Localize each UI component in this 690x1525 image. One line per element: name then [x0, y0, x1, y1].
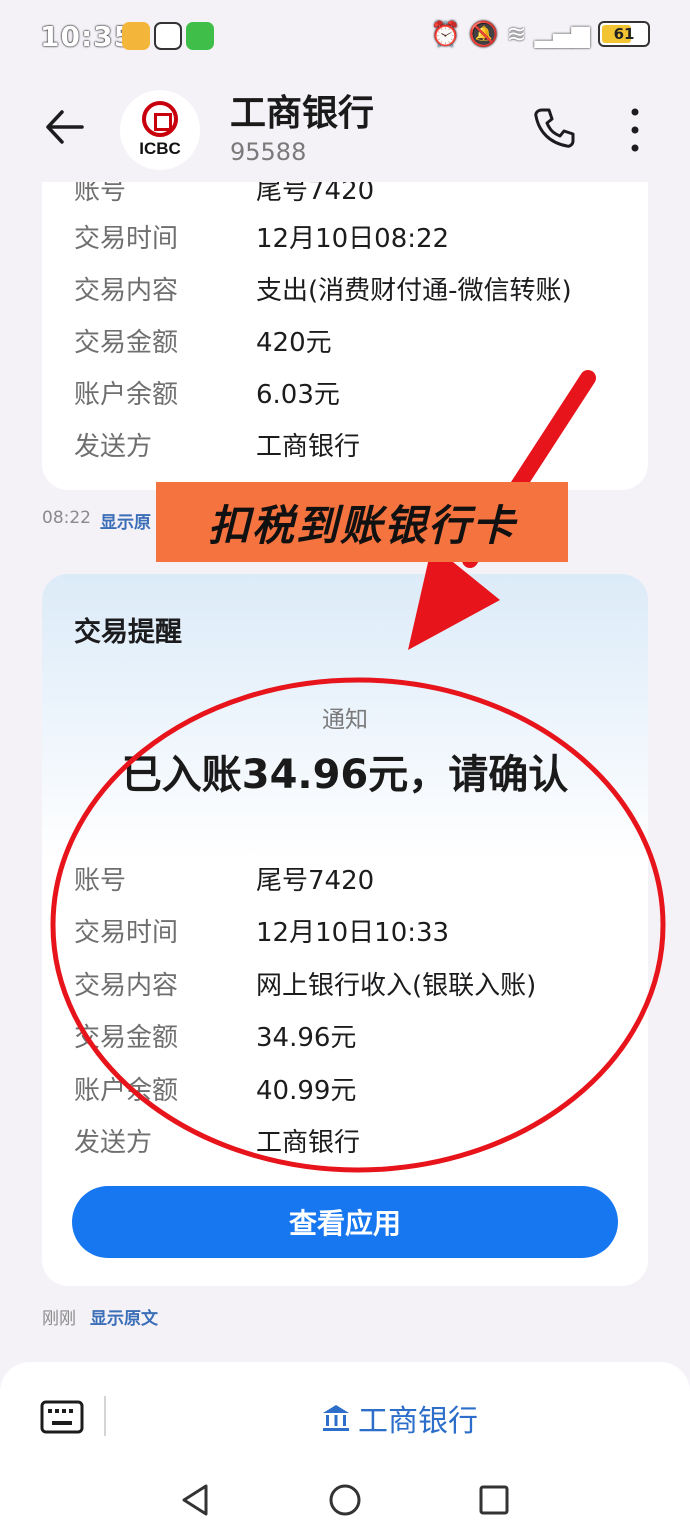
nav-back-icon[interactable]: [176, 1480, 216, 1520]
message-time: 刚刚: [42, 1309, 76, 1329]
detail-key: 交易时间: [74, 918, 179, 948]
status-time: 10:35: [40, 20, 135, 53]
detail-row: 交易内容 支出(消费财付通-微信转账): [74, 270, 572, 307]
detail-value: 40.99元: [256, 1076, 357, 1106]
keyboard-icon[interactable]: [40, 1400, 84, 1434]
detail-value: 12月10日10:33: [256, 918, 450, 948]
show-original-link[interactable]: 显示原文: [90, 1304, 158, 1329]
status-indicators: ⏰ 🔕 ≋ ▂▄▆ 61: [431, 20, 650, 48]
detail-row: 账号 尾号7420: [74, 860, 374, 897]
bank-menu-button[interactable]: 工商银行: [320, 1396, 478, 1440]
detail-value: 6.03元: [256, 380, 340, 410]
mute-icon: 🔕: [468, 20, 499, 48]
message-time: 08:22: [42, 508, 91, 528]
detail-key: 交易内容: [74, 276, 179, 306]
card-title: 交易提醒: [74, 617, 182, 648]
detail-row: 账号 尾号7420: [74, 182, 374, 207]
notice-label: 通知: [322, 707, 368, 733]
system-nav-bar: [0, 1472, 690, 1525]
detail-key: 账号: [74, 182, 127, 206]
detail-key: 发送方: [74, 432, 153, 462]
conversation-header: ICBC 工商银行 95588: [0, 80, 690, 180]
detail-row: 交易金额 420元: [74, 322, 332, 359]
chat-notification-icon: [154, 22, 182, 50]
detail-row: 发送方 工商银行: [74, 1122, 360, 1159]
back-icon[interactable]: [40, 102, 90, 152]
battery-level: 61: [613, 25, 635, 43]
wifi-icon: ≋: [506, 20, 527, 48]
detail-value: 尾号7420: [256, 866, 375, 896]
detail-value: 工商银行: [256, 432, 361, 462]
bank-icon: [323, 1405, 349, 1431]
wechat-notification-icon: [186, 22, 214, 50]
detail-value: 工商银行: [256, 1128, 361, 1158]
avatar-logo-text: ICBC: [139, 139, 181, 158]
detail-row: 账户余额 6.03元: [74, 374, 340, 411]
app-notification-icon: [122, 22, 150, 50]
icbc-logo-icon: [142, 101, 178, 137]
more-icon[interactable]: [620, 104, 650, 156]
status-bar: 10:35 ⏰ 🔕 ≋ ▂▄▆ 61: [0, 0, 690, 80]
detail-row: 交易时间 12月10日08:22: [74, 218, 449, 255]
detail-value: 网上银行收入(银联入账): [256, 971, 537, 1001]
view-app-button[interactable]: 查看应用: [72, 1186, 618, 1258]
detail-value: 420元: [256, 328, 332, 358]
show-original-link[interactable]: 显示原: [100, 508, 151, 533]
detail-key: 账户余额: [74, 1076, 179, 1106]
bank-menu-label: 工商银行: [358, 1404, 478, 1439]
detail-key: 交易金额: [74, 328, 179, 358]
contact-number: 95588: [230, 138, 307, 166]
notification-icons: [122, 22, 214, 50]
detail-value: 支出(消费财付通-微信转账): [256, 276, 572, 306]
detail-key: 账号: [74, 866, 127, 896]
avatar[interactable]: ICBC: [120, 90, 200, 170]
detail-key: 发送方: [74, 1128, 153, 1158]
detail-row: 账户余额 40.99元: [74, 1070, 356, 1107]
detail-key: 账户余额: [74, 380, 179, 410]
phone-icon[interactable]: [530, 104, 578, 152]
signal-icon: ▂▄▆: [534, 20, 590, 48]
detail-value: 34.96元: [256, 1023, 357, 1053]
battery-icon: 61: [598, 21, 650, 47]
nav-recent-icon[interactable]: [474, 1480, 514, 1520]
detail-key: 交易金额: [74, 1023, 179, 1053]
divider: [104, 1396, 106, 1436]
nav-home-icon[interactable]: [325, 1480, 365, 1520]
detail-row: 发送方 工商银行: [74, 426, 360, 463]
detail-key: 交易内容: [74, 971, 179, 1001]
message-card-expense: 账号 尾号7420 交易时间 12月10日08:22 交易内容 支出(消费财付通…: [42, 182, 648, 490]
detail-row: 交易内容 网上银行收入(银联入账): [74, 965, 536, 1002]
detail-row: 交易金额 34.96元: [74, 1017, 356, 1054]
annotation-banner: 扣税到账银行卡: [156, 482, 568, 562]
message-card-transaction-alert: 交易提醒 通知 已入账34.96元，请确认 账号 尾号7420 交易时间 12月…: [42, 574, 648, 1286]
contact-name: 工商银行: [230, 93, 375, 134]
detail-row: 交易时间 12月10日10:33: [74, 912, 449, 949]
detail-value: 尾号7420: [256, 182, 375, 206]
bottom-menu-bar: 工商银行: [0, 1362, 690, 1472]
detail-value: 12月10日08:22: [256, 224, 450, 254]
headline: 已入账34.96元，请确认: [121, 752, 569, 798]
detail-key: 交易时间: [74, 224, 179, 254]
alarm-icon: ⏰: [430, 20, 461, 48]
